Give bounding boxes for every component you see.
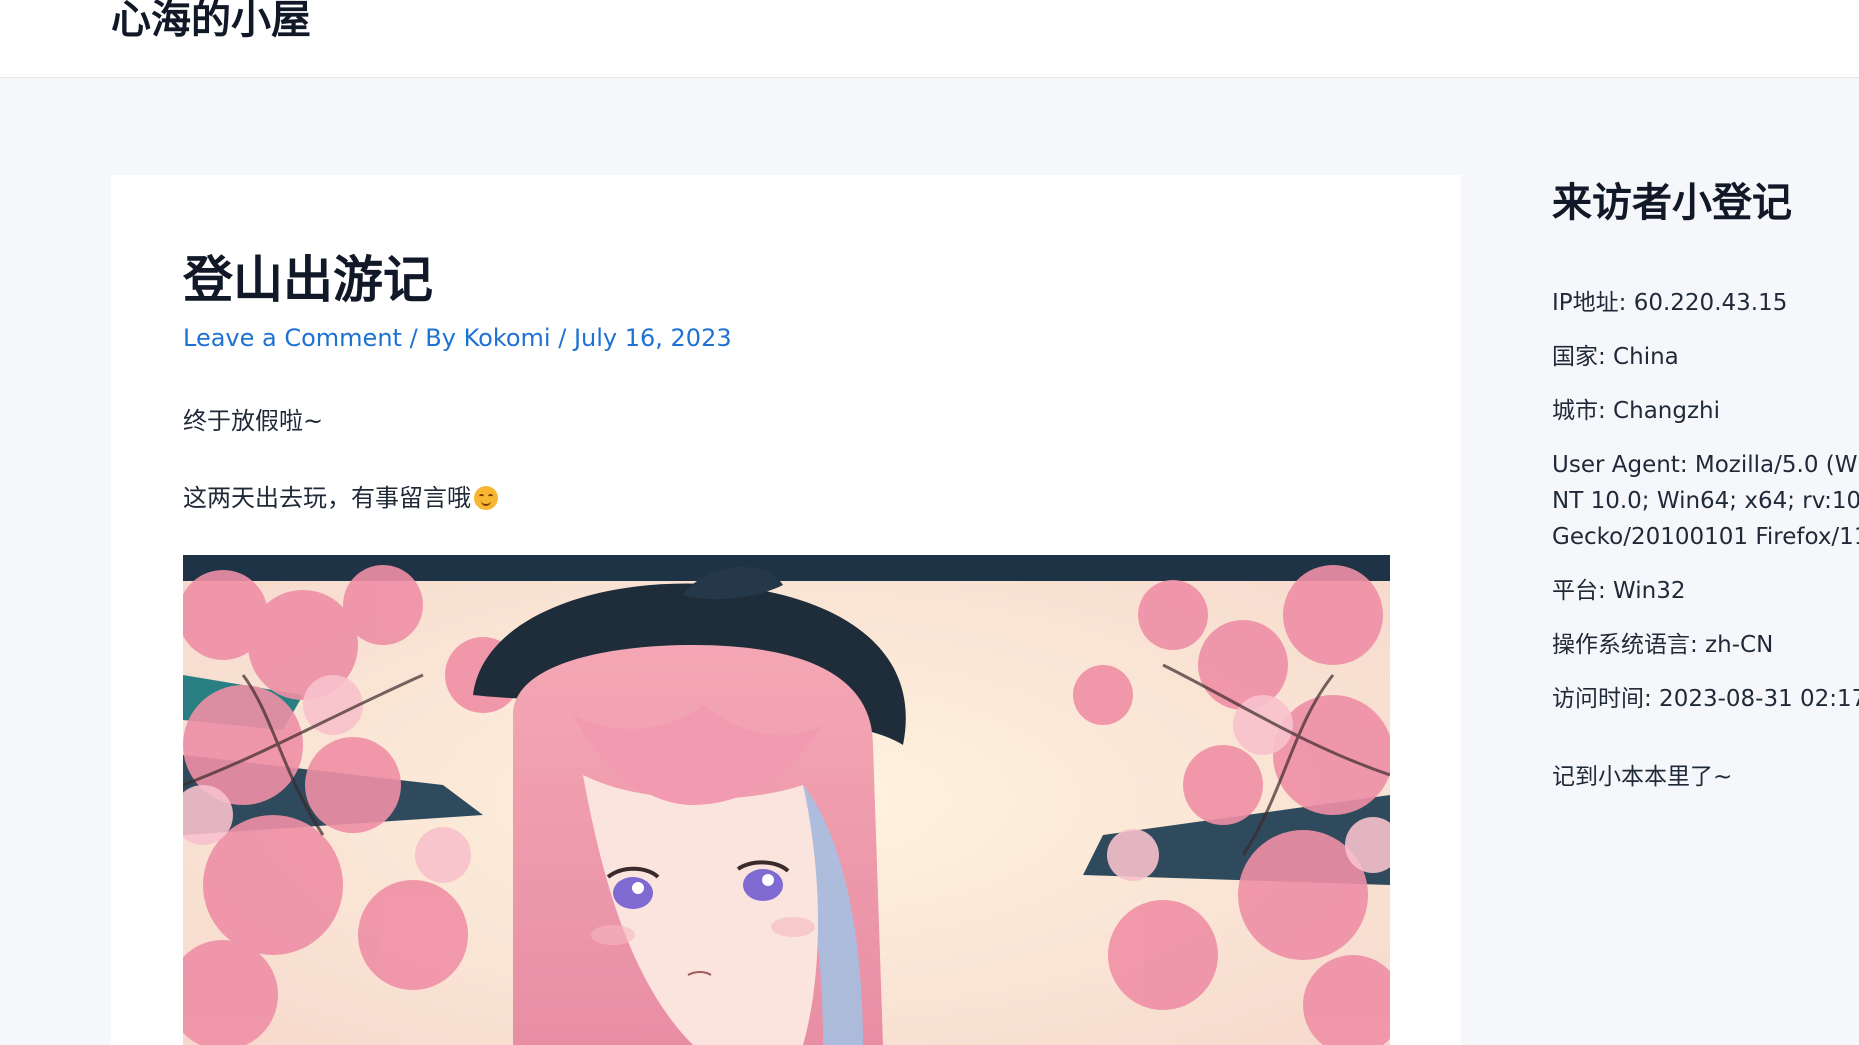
anime-girl-cherry-blossom-image (183, 555, 1390, 1045)
visitor-language: 操作系统语言: zh-CN (1552, 632, 1774, 658)
visitor-platform: 平台: Win32 (1552, 578, 1686, 604)
visitor-user-agent: User Agent: Mozilla/5.0 (Windows NT 10.0… (1552, 452, 1859, 550)
post-date-link[interactable]: July 16, 2023 (574, 324, 732, 352)
sidebar: 来访者小登记 IP地址: 60.220.43.15 国家: China 城市: … (1552, 175, 1859, 795)
post-paragraph-text: 这两天出去玩，有事留言哦 (183, 484, 471, 512)
visitor-info-list: IP地址: 60.220.43.15 国家: China 城市: Changzh… (1552, 285, 1859, 717)
post-featured-image (183, 555, 1390, 1045)
visitor-widget-title: 来访者小登记 (1552, 180, 1792, 226)
post-title: 登山出游记 (183, 251, 433, 309)
leave-comment-link[interactable]: Leave a Comment (183, 324, 402, 352)
meta-separator: / (550, 324, 574, 352)
post-paragraph-with-emoji: 这两天出去玩，有事留言哦 (183, 481, 498, 515)
meta-separator-by: / By (401, 324, 464, 352)
visitor-city: 城市: Changzhi (1552, 398, 1721, 424)
author-link[interactable]: Kokomi (464, 324, 551, 352)
article-card: 登山出游记 Leave a Comment / By Kokomi / July… (111, 175, 1461, 1045)
post-paragraph: 终于放假啦~ (183, 407, 324, 435)
visitor-note: 记到小本本里了~ (1552, 764, 1733, 790)
site-title-link[interactable]: 心海的小屋 (111, 0, 311, 48)
visitor-time: 访问时间: 2023-08-31 02:17:4 (1552, 686, 1859, 712)
post-meta: Leave a Comment / By Kokomi / July 16, 2… (183, 321, 732, 355)
site-header: 心海的小屋 (0, 0, 1859, 78)
smiling-face-icon (474, 486, 498, 510)
visitor-ip: IP地址: 60.220.43.15 (1552, 290, 1788, 316)
visitor-country: 国家: China (1552, 344, 1679, 370)
